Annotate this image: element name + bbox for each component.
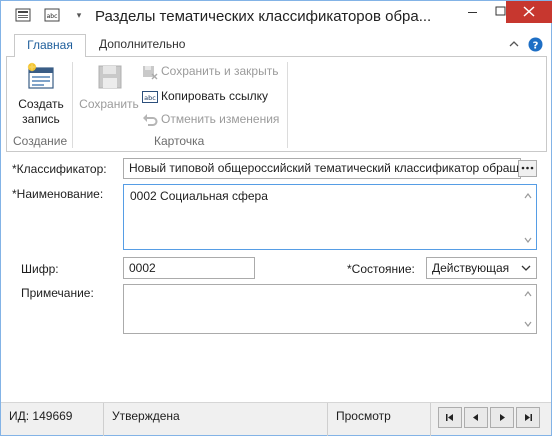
scroll-up-icon[interactable] (524, 291, 532, 297)
create-record-button[interactable]: Создать запись (13, 61, 69, 127)
save-close-icon (143, 65, 158, 80)
create-label-line1: Создать (18, 97, 64, 111)
document-icon[interactable] (15, 8, 31, 22)
group-label-create: Создание (13, 134, 68, 148)
scroll-down-icon[interactable] (524, 321, 532, 327)
name-field[interactable]: 0002 Социальная сфера (123, 184, 537, 250)
tab-home[interactable]: Главная (14, 34, 86, 57)
code-label: Шифр: (21, 262, 59, 276)
record-status: Утверждена (104, 403, 328, 436)
group-label-card: Карточка (154, 134, 205, 148)
ribbon-panel: Создать запись Создание Сохранить Сохран… (6, 56, 547, 152)
close-icon (523, 6, 535, 17)
copy-link-label: Копировать ссылку (161, 89, 268, 103)
previous-icon (473, 414, 478, 421)
classifier-select-button[interactable] (518, 160, 537, 177)
tab-additional[interactable]: Дополнительно (87, 34, 197, 57)
copy-link-icon[interactable]: abc (44, 8, 60, 22)
ribbon-tabs: Главная Дополнительно ? (1, 31, 551, 57)
quick-access-dropdown-icon[interactable]: ▾ (73, 8, 85, 22)
save-button[interactable]: Сохранить (76, 61, 142, 112)
name-scrollbar[interactable] (520, 185, 536, 249)
scroll-down-icon[interactable] (524, 237, 532, 243)
copy-link-button[interactable]: abc Копировать ссылку (142, 86, 268, 106)
undo-changes-button[interactable]: Отменить изменения (142, 109, 279, 129)
ellipsis-icon (521, 166, 534, 170)
scroll-up-icon[interactable] (524, 193, 532, 199)
last-record-button[interactable] (516, 407, 540, 428)
next-record-button[interactable] (490, 407, 514, 428)
new-record-icon (27, 62, 54, 89)
close-button[interactable] (506, 1, 552, 23)
name-label: *Наименование: (12, 187, 104, 201)
state-label: *Состояние: (347, 262, 415, 276)
save-icon (98, 65, 122, 89)
view-mode: Просмотр (328, 403, 431, 436)
record-id: ИД: 149669 (1, 403, 104, 436)
undo-label: Отменить изменения (161, 112, 280, 126)
note-label: Примечание: (21, 286, 94, 300)
ribbon-divider (72, 62, 73, 148)
next-icon (500, 414, 505, 421)
classifier-label: *Классификатор: (12, 162, 107, 176)
create-label-line2: запись (22, 112, 60, 126)
svg-text:abc: abc (144, 94, 156, 102)
minimize-button[interactable] (458, 1, 487, 23)
minimize-icon (468, 12, 477, 13)
svg-text:abc: abc (47, 13, 58, 20)
ribbon-divider (287, 62, 288, 148)
classifier-field[interactable]: Новый типовой общероссийский тематически… (123, 158, 521, 179)
abc-link-icon: abc (142, 90, 158, 103)
status-bar: ИД: 149669 Утверждена Просмотр (1, 402, 551, 436)
state-value: Действующая (432, 261, 510, 275)
save-close-label: Сохранить и закрыть (161, 64, 279, 78)
chevron-down-icon[interactable] (521, 265, 531, 271)
undo-icon (143, 113, 158, 126)
name-value: 0002 Социальная сфера (130, 189, 268, 203)
note-scrollbar[interactable] (520, 285, 536, 333)
help-icon[interactable]: ? (528, 37, 543, 52)
note-field[interactable] (123, 284, 537, 334)
save-and-close-button[interactable]: Сохранить и закрыть (142, 61, 278, 81)
ribbon-collapse-icon[interactable] (509, 40, 519, 48)
first-record-button[interactable] (438, 407, 462, 428)
previous-record-button[interactable] (464, 407, 488, 428)
form-window: abc ▾ Разделы тематических классификатор… (0, 0, 552, 436)
last-icon (525, 414, 532, 421)
svg-text:?: ? (533, 41, 539, 52)
first-icon (446, 414, 453, 421)
window-title: Разделы тематических классификаторов обр… (95, 8, 432, 25)
title-bar: abc ▾ Разделы тематических классификатор… (1, 1, 552, 31)
save-label: Сохранить (79, 97, 139, 111)
code-field[interactable]: 0002 (123, 257, 255, 279)
